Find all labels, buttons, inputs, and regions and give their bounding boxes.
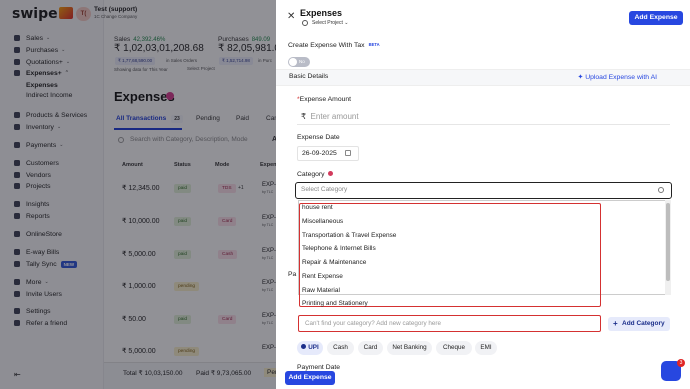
drawer-title: Expenses [300,8,343,18]
upload-ai-link[interactable]: ✦ Upload Expense with AI [577,73,657,81]
category-select[interactable]: Select Category [295,182,672,199]
beta-badge: BETA [368,42,380,47]
payment-mode-upi[interactable]: UPI [297,341,323,355]
add-expense-button-bottom[interactable]: Add Expense [285,371,335,385]
category-option[interactable]: Rent Expense [302,273,343,280]
info-icon [327,171,333,176]
category-option[interactable]: Telephone & Internet Bills [302,245,376,252]
category-option[interactable]: Printing and Stationery [302,300,368,307]
category-option[interactable]: Miscellaneous [302,218,343,225]
payment-mode-card[interactable]: Card [358,341,383,355]
project-icon [302,20,308,26]
dropdown-scroll-thumb[interactable] [666,203,670,281]
plus-icon: + [613,319,618,328]
amount-input[interactable]: ₹ Enter amount [297,108,670,125]
amount-label: *Expense Amount [297,96,352,103]
add-category-button[interactable]: + Add Category [608,317,670,331]
category-option[interactable]: house rent [302,204,333,211]
payment-date-label: Payment Date [297,364,341,371]
category-label: Category [297,171,333,178]
payment-mode-cheque[interactable]: Cheque [436,341,472,355]
create-with-tax-label: Create Expense With Tax BETA [288,42,380,49]
payment-mode-cash[interactable]: Cash [327,341,354,355]
category-option[interactable]: Raw Material [302,287,340,294]
search-icon [658,187,664,193]
calendar-icon[interactable] [345,150,351,156]
payment-section-label: Pa [288,271,297,278]
category-list-highlight [299,203,601,307]
add-expense-button-top[interactable]: Add Expense [629,11,683,25]
date-label: Expense Date [297,134,340,141]
payment-mode-emi[interactable]: EMI [475,341,497,355]
sparkle-icon: ✦ [577,74,584,81]
new-category-input[interactable]: Can't find your category? Add new catego… [298,315,601,332]
category-option[interactable]: Transportation & Travel Expense [302,232,396,239]
category-option[interactable]: Repair & Maintenance [302,259,366,266]
payment-mode-net-banking[interactable]: Net Banking [387,341,432,355]
close-icon[interactable]: ✕ [287,12,295,22]
add-expense-drawer: ✕ Expenses Select Project ⌄ Add Expense … [276,0,690,389]
chat-badge: 3 [677,359,685,367]
select-project-dropdown[interactable]: Select Project ⌄ [312,20,348,26]
basic-details-label: Basic Details [289,73,329,80]
tax-toggle[interactable]: No [288,57,310,67]
